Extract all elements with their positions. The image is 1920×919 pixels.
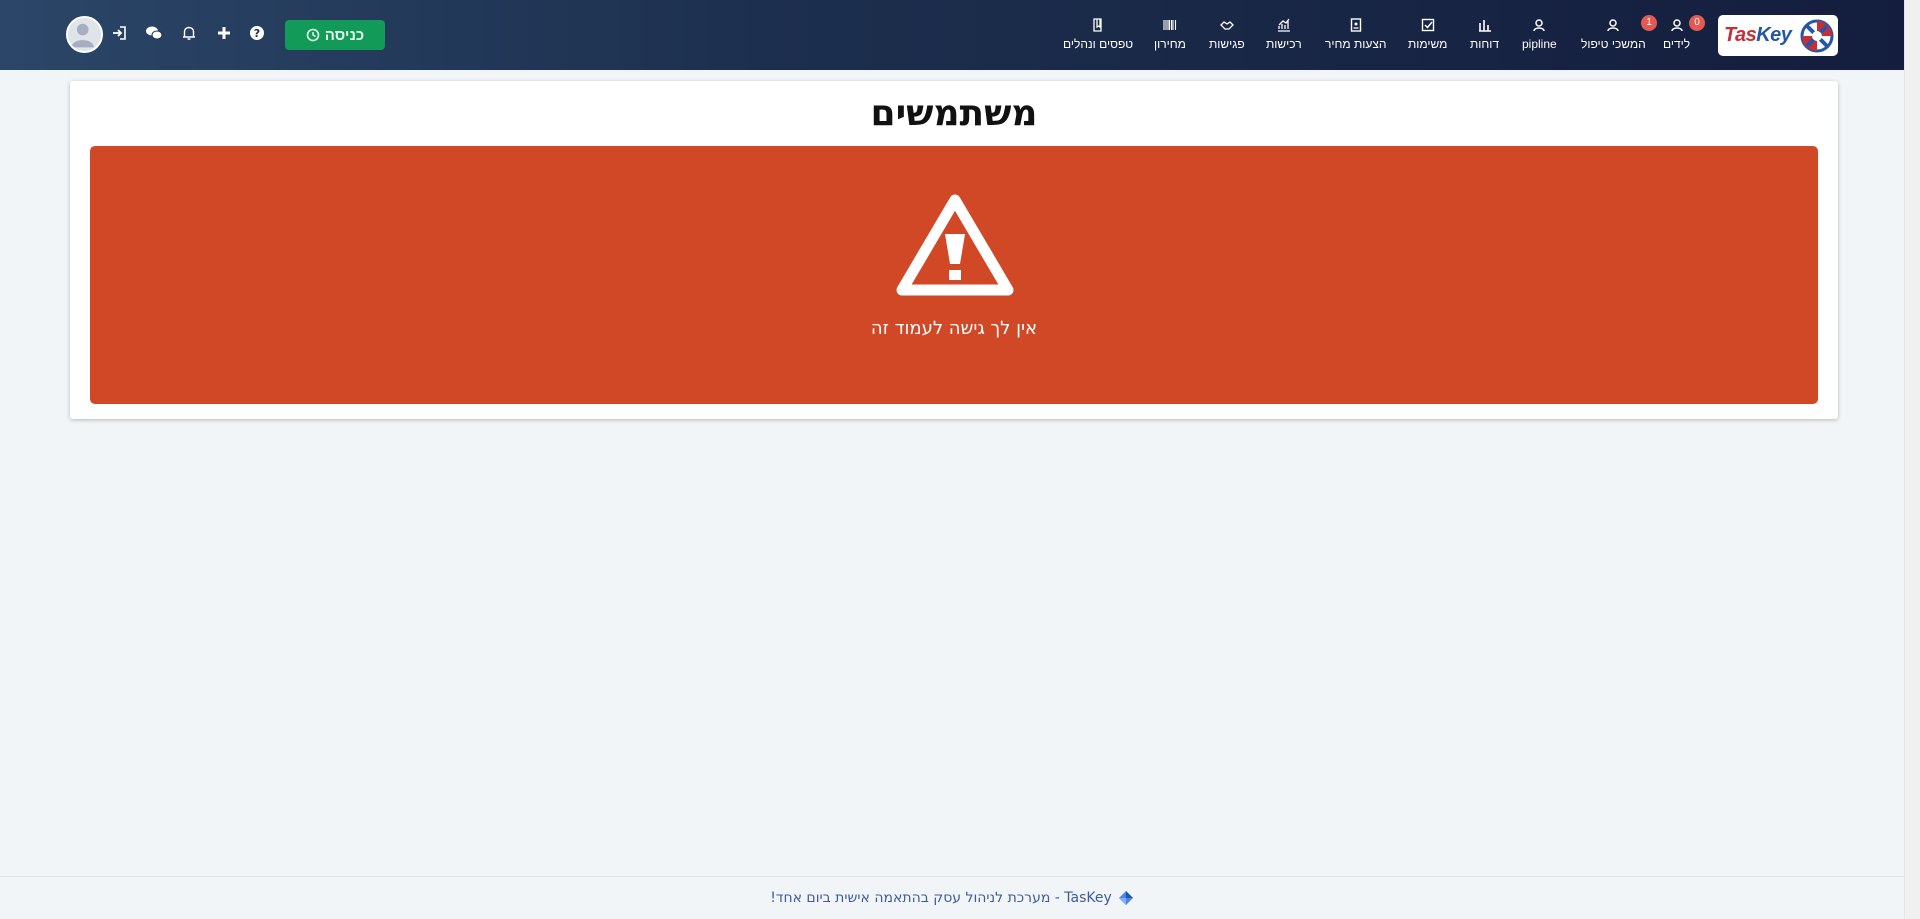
nav-item-quotes[interactable]: הצעות מחיר <box>1325 18 1387 58</box>
nav-item-meetings[interactable]: פגישות <box>1209 18 1245 58</box>
help-icon[interactable]: ? <box>246 22 268 44</box>
nav-item-purchases[interactable]: רכישות <box>1266 18 1302 58</box>
user-avatar-icon <box>71 23 94 48</box>
access-denied-alert: אין לך גישה לעמוד זה <box>90 146 1818 404</box>
barcode-icon <box>1163 20 1177 30</box>
svg-text:?: ? <box>254 27 260 40</box>
nav-item-label: הצעות מחיר <box>1325 37 1387 51</box>
nav-item-pricelist[interactable]: מחירון <box>1154 18 1186 58</box>
plus-icon[interactable] <box>213 22 235 44</box>
leads-badge: 0 <box>1689 15 1705 31</box>
footer: TasKey - מערכת לניהול עסק בהתאמה אישית ב… <box>0 876 1904 919</box>
handshake-icon <box>1219 21 1234 30</box>
logo-mark-icon <box>1800 19 1834 53</box>
nav-item-tasks[interactable]: משימות <box>1408 18 1447 58</box>
nav-item-forms[interactable]: טפסים ונהלים <box>1063 18 1133 58</box>
avatar[interactable] <box>66 16 103 53</box>
nav-item-label: פגישות <box>1209 37 1245 51</box>
growth-chart-icon <box>1277 18 1290 32</box>
nav-item-leads[interactable]: 0 לידים <box>1663 15 1705 58</box>
users-icon <box>1607 19 1620 32</box>
diamond-icon <box>1118 891 1133 905</box>
bell-icon[interactable] <box>178 22 200 44</box>
users-icon <box>1533 19 1546 32</box>
nav-item-pipline[interactable]: pipline <box>1522 18 1557 58</box>
users-card: משתמשים אין לך גישה לעמוד זה <box>70 81 1838 419</box>
checkin-label: כניסה <box>324 26 365 44</box>
chart-icon <box>1478 20 1491 32</box>
login-icon[interactable] <box>108 22 130 44</box>
nav-item-label: דוחות <box>1470 37 1500 51</box>
nav-item-label: המשכי טיפול <box>1581 37 1646 51</box>
checkbox-icon <box>1421 18 1434 32</box>
nav-item-reports[interactable]: דוחות <box>1470 18 1499 58</box>
chat-icon[interactable] <box>143 22 165 44</box>
followups-badge: 1 <box>1641 15 1657 31</box>
clock-icon <box>306 28 320 42</box>
document-icon <box>1350 18 1361 32</box>
warning-icon <box>896 194 1014 296</box>
nav-item-followups[interactable]: 1 המשכי טיפול <box>1581 15 1657 58</box>
page-title: משתמשים <box>870 93 1038 134</box>
top-navbar: TasKey 0 לידים 1 המשכי טיפול pipline דוח… <box>0 0 1904 70</box>
nav-item-label: מחירון <box>1154 37 1186 51</box>
nav-item-label: משימות <box>1408 37 1448 51</box>
alert-message: אין לך גישה לעמוד זה <box>870 318 1038 339</box>
users-icon <box>1670 19 1683 32</box>
book-icon <box>1093 18 1102 32</box>
footer-text[interactable]: TasKey - מערכת לניהול עסק בהתאמה אישית ב… <box>770 890 1112 906</box>
taskey-logo[interactable]: TasKey <box>1718 15 1838 56</box>
nav-item-label: רכישות <box>1266 37 1302 51</box>
nav-item-label: לידים <box>1663 37 1691 51</box>
page-scrollbar[interactable] <box>1904 0 1920 919</box>
nav-item-label: pipline <box>1522 37 1557 51</box>
nav-item-label: טפסים ונהלים <box>1063 37 1134 51</box>
logo-text: TasKey <box>1724 24 1792 46</box>
checkin-button[interactable]: כניסה <box>285 20 385 50</box>
